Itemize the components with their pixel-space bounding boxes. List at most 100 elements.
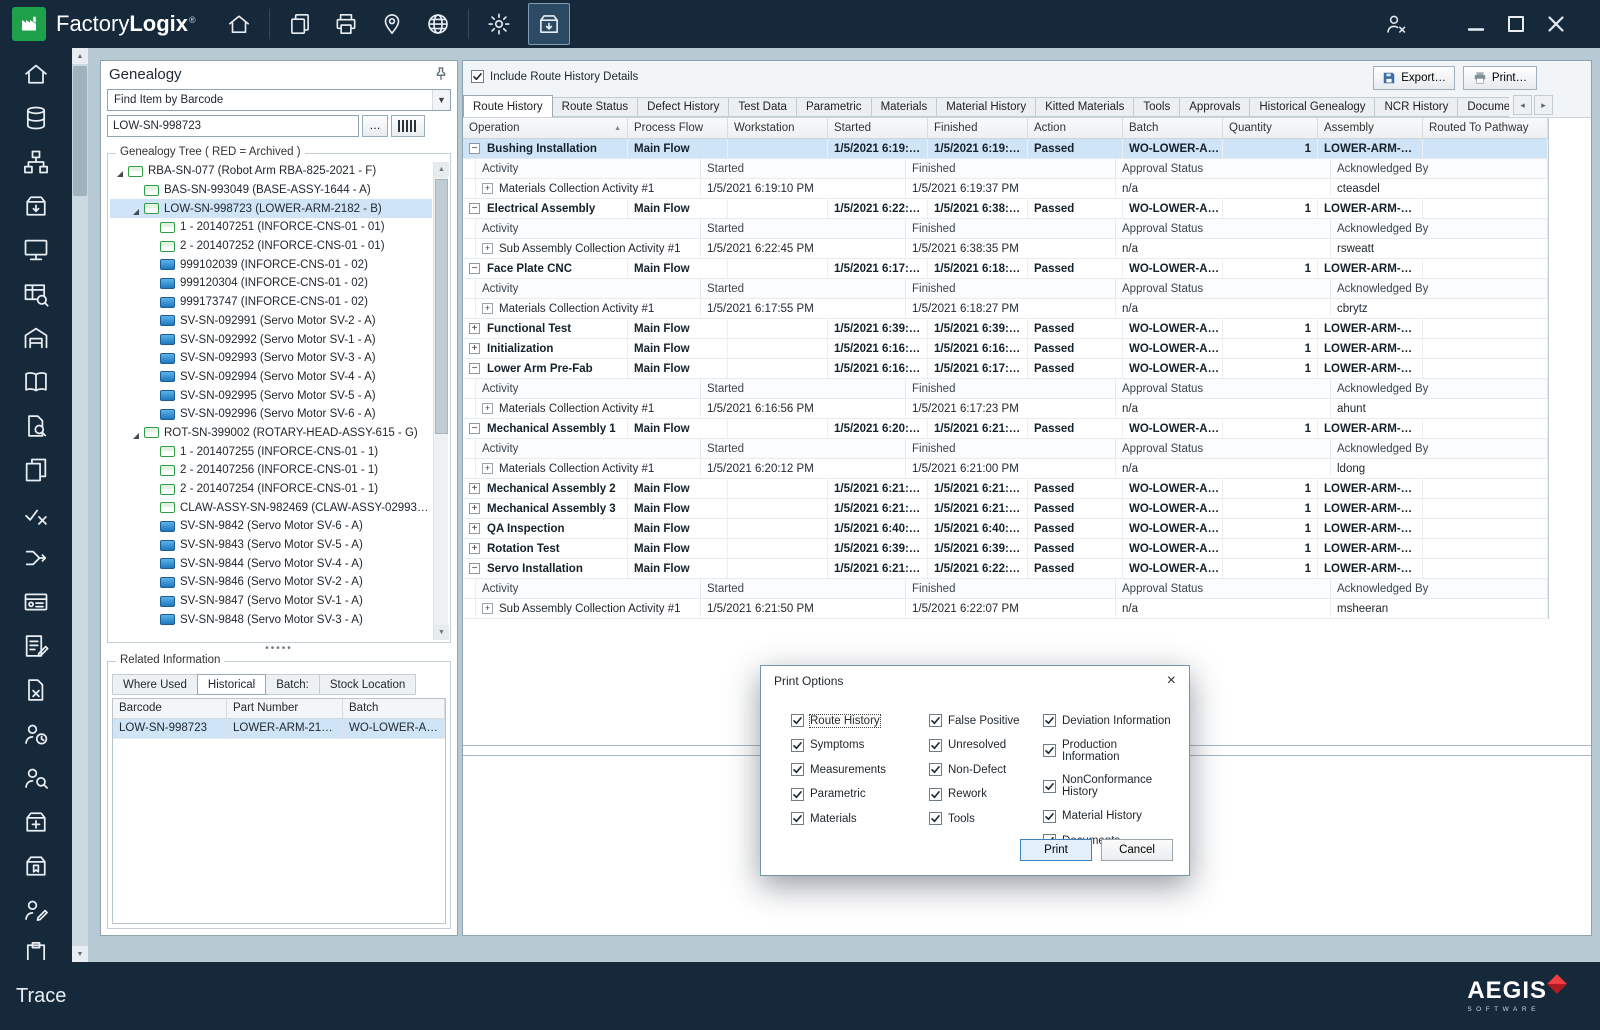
tree-item[interactable]: ROT-SN-399002 (ROTARY-HEAD-ASSY-615 - G) [110,424,432,443]
tree-item[interactable]: 1 - 201407255 (INFORCE-CNS-01 - 1) [110,442,432,461]
tree-item[interactable]: 999173747 (INFORCE-CNS-01 - 02) [110,293,432,312]
print-option-deviation-information[interactable]: Deviation Information [1043,714,1175,727]
barcode-scan-button[interactable] [391,115,425,137]
grid-row-master[interactable]: − Face Plate CNC Main Flow 1/5/2021 6:17:… 1… [463,259,1548,279]
tree-item[interactable]: SV-SN-9843 (Servo Motor SV-5 - A) [110,536,432,555]
related-column-part-number[interactable]: Part Number [227,699,343,718]
tab-test-data[interactable]: Test Data [728,97,797,117]
sidebar-item-sitemap[interactable] [0,140,72,184]
print-option-production-information[interactable]: Production Information [1043,739,1175,763]
column-header-assembly[interactable]: Assembly [1318,118,1423,138]
expand-icon[interactable]: + [482,243,493,254]
tree-item[interactable]: 999120304 (INFORCE-CNS-01 - 02) [110,274,432,293]
scrollbar-thumb[interactable] [435,179,448,434]
grid-row-master[interactable]: + QA Inspection Main Flow 1/5/2021 6:40:… 1/… [463,519,1548,539]
tree-item[interactable]: SV-SN-092995 (Servo Motor SV-5 - A) [110,386,432,405]
tab-defect-history[interactable]: Defect History [637,97,730,117]
related-tab-historical[interactable]: Historical [196,674,267,695]
sidebar-item-user-clock[interactable] [0,712,72,756]
sidebar-item-home[interactable] [0,52,72,96]
close-icon[interactable]: × [1167,673,1176,689]
tab-scroll-right-icon[interactable]: ▸ [1534,95,1553,115]
expand-icon[interactable]: + [469,543,480,554]
checkbox-checked-icon[interactable] [1043,809,1056,823]
tree-item[interactable]: SV-SN-9842 (Servo Motor SV-6 - A) [110,517,432,536]
column-header-quantity[interactable]: Quantity [1223,118,1318,138]
checkbox-checked-icon[interactable] [471,70,484,83]
print-option-material-history[interactable]: Material History [1043,809,1175,823]
collapse-icon[interactable]: − [469,363,480,374]
checkbox-checked-icon[interactable] [1043,779,1056,793]
column-header-process-flow[interactable]: Process Flow [628,118,728,138]
expand-icon[interactable]: + [469,523,480,534]
settings-button[interactable] [476,0,522,48]
tab-kitted-materials[interactable]: Kitted Materials [1035,97,1135,117]
expand-icon[interactable]: + [469,483,480,494]
tree-item[interactable]: CLAW-ASSY-SN-982469 (CLAW-ASSY-029938 - … [110,498,432,517]
user-logout-button[interactable] [1376,0,1416,48]
pin-icon[interactable] [433,66,449,82]
expand-icon[interactable]: + [482,303,493,314]
sidebar-item-database[interactable] [0,96,72,140]
printer-button[interactable] [323,0,369,48]
tree-item[interactable]: 2 - 201407252 (INFORCE-CNS-01 - 01) [110,237,432,256]
checkbox-checked-icon[interactable] [791,714,804,727]
expand-icon[interactable]: + [469,323,480,334]
print-option-symptoms[interactable]: Symptoms [791,738,929,752]
tree-item[interactable]: SV-SN-092991 (Servo Motor SV-2 - A) [110,312,432,331]
expand-icon[interactable]: + [482,463,493,474]
sidebar-item-doc-x[interactable] [0,668,72,712]
expand-icon[interactable] [130,203,142,215]
grid-row-master[interactable]: − Mechanical Assembly 1 Main Flow 1/5/2021 … [463,419,1548,439]
related-tab-where-used[interactable]: Where Used [112,674,198,695]
column-header-started[interactable]: Started [828,118,928,138]
checkbox-checked-icon[interactable] [929,714,942,727]
column-header-operation[interactable]: Operation ▲ [463,118,628,138]
expand-icon[interactable]: + [469,343,480,354]
sidebar-item-box-tag[interactable] [0,844,72,888]
tree-item[interactable]: SV-SN-092994 (Servo Motor SV-4 - A) [110,368,432,387]
tree-item[interactable]: SV-SN-9844 (Servo Motor SV-4 - A) [110,554,432,573]
tree-item[interactable]: 999102039 (INFORCE-CNS-01 - 02) [110,255,432,274]
tree-item[interactable]: SV-SN-9846 (Servo Motor SV-2 - A) [110,573,432,592]
related-column-barcode[interactable]: Barcode [113,699,227,718]
expand-icon[interactable]: + [482,403,493,414]
checkbox-checked-icon[interactable] [1043,714,1056,727]
collapse-icon[interactable]: − [469,563,480,574]
column-header-routed-to-pathway[interactable]: Routed To Pathway [1423,118,1548,138]
tree-item[interactable]: SV-SN-9847 (Servo Motor SV-1 - A) [110,592,432,611]
tree-item[interactable]: SV-SN-092993 (Servo Motor SV-3 - A) [110,349,432,368]
tab-tools[interactable]: Tools [1133,97,1181,117]
checkbox-checked-icon[interactable] [1043,744,1056,757]
grid-row-detail[interactable]: + Materials Collection Activity #1 1/5/202… [463,179,1548,199]
tree-item[interactable]: SV-SN-092996 (Servo Motor SV-6 - A) [110,405,432,424]
print-option-false-positive[interactable]: False Positive [929,714,1043,727]
collapse-icon[interactable]: − [469,203,480,214]
home-button[interactable] [216,0,262,48]
sidebar-item-trace[interactable] [0,184,72,228]
tab-approvals[interactable]: Approvals [1179,97,1251,117]
tab-parametric[interactable]: Parametric [795,97,872,117]
print-option-rework[interactable]: Rework [929,787,1043,801]
checkbox-checked-icon[interactable] [929,787,942,801]
search-mode-dropdown[interactable]: Find Item by Barcode ▼ [107,89,451,111]
grid-row-master[interactable]: − Lower Arm Pre-Fab Main Flow 1/5/2021 6:16… [463,359,1548,379]
collapse-icon[interactable]: − [469,143,480,154]
sidebar-item-check-x[interactable] [0,492,72,536]
sidebar-item-table-search[interactable] [0,272,72,316]
sidebar-item-card[interactable] [0,580,72,624]
checkbox-checked-icon[interactable] [929,812,942,825]
grid-row-detail[interactable]: + Sub Assembly Collection Activity #1 1/5/… [463,599,1548,619]
sidebar-item-book[interactable] [0,360,72,404]
scrollbar-thumb[interactable] [73,66,87,196]
tab-materials[interactable]: Materials [870,97,938,117]
tree-item[interactable]: SV-SN-092992 (Servo Motor SV-1 - A) [110,330,432,349]
chevron-down-icon[interactable]: ▼ [432,90,450,110]
trace-button[interactable] [527,3,570,45]
export-button[interactable]: Export… [1373,66,1455,90]
tree-item[interactable]: RBA-SN-077 (Robot Arm RBA-825-2021 - F) [110,162,432,181]
grid-row-master[interactable]: + Mechanical Assembly 3 Main Flow 1/5/2021 … [463,499,1548,519]
sidebar-item-copy[interactable] [0,448,72,492]
documents-button[interactable] [277,0,323,48]
checkbox-checked-icon[interactable] [791,763,804,776]
